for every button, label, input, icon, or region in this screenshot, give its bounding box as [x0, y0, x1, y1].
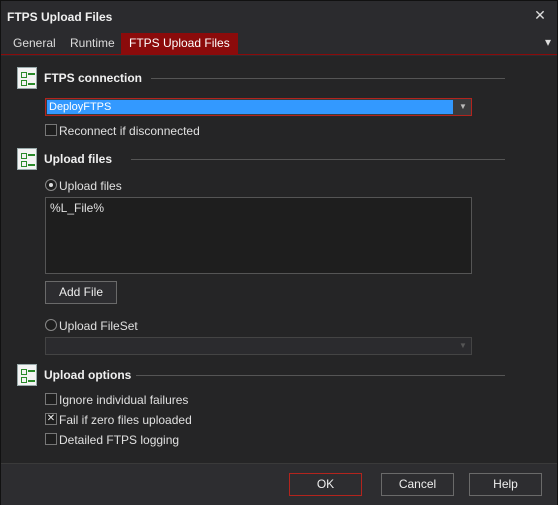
title-bar: FTPS Upload Files ✕ — [1, 1, 557, 33]
chevron-down-icon[interactable]: ▼ — [457, 340, 469, 352]
reconnect-label: Reconnect if disconnected — [59, 124, 200, 138]
detailed-logging-label: Detailed FTPS logging — [59, 433, 180, 447]
ok-button[interactable]: OK — [289, 473, 362, 496]
files-list-input[interactable]: %L_File% — [45, 197, 472, 274]
help-button[interactable]: Help — [469, 473, 542, 496]
upload-files-radio-label: Upload files — [59, 179, 122, 193]
fileset-select[interactable]: ▼ — [45, 337, 472, 355]
add-file-button[interactable]: Add File — [45, 281, 117, 304]
tab-ftps-upload-files[interactable]: FTPS Upload Files — [121, 33, 238, 54]
fail-zero-label: Fail if zero files uploaded — [59, 413, 192, 427]
ignore-failures-checkbox[interactable] — [45, 393, 57, 405]
upload-files-radio[interactable] — [45, 179, 57, 191]
ftps-connection-select[interactable]: DeployFTPS ▼ — [45, 98, 472, 116]
checklist-icon — [17, 148, 37, 170]
ignore-failures-label: Ignore individual failures — [59, 393, 189, 407]
detailed-logging-checkbox[interactable] — [45, 433, 57, 445]
section-title-upload-options: Upload options — [44, 368, 132, 382]
tab-general[interactable]: General — [5, 33, 64, 54]
section-title-ftps-connection: FTPS connection — [44, 71, 143, 85]
dialog-footer: OK Cancel Help — [1, 463, 557, 505]
close-icon[interactable]: ✕ — [531, 6, 549, 24]
section-divider — [151, 78, 505, 79]
tab-runtime[interactable]: Runtime — [62, 33, 123, 54]
tab-content: FTPS connection DeployFTPS ▼ Reconnect i… — [1, 56, 557, 463]
upload-fileset-radio-label: Upload FileSet — [59, 319, 138, 333]
ftps-connection-value: DeployFTPS — [47, 100, 453, 114]
checklist-icon — [17, 67, 37, 89]
reconnect-checkbox[interactable] — [45, 124, 57, 136]
tab-menu-icon[interactable]: ▾ — [545, 35, 551, 49]
checklist-icon — [17, 364, 37, 386]
fail-zero-checkbox[interactable]: ✕ — [45, 413, 57, 425]
ftps-upload-dialog: FTPS Upload Files ✕ General Runtime FTPS… — [0, 0, 558, 505]
upload-fileset-radio[interactable] — [45, 319, 57, 331]
window-title: FTPS Upload Files — [7, 10, 113, 24]
section-title-upload-files: Upload files — [44, 152, 113, 166]
cancel-button[interactable]: Cancel — [381, 473, 454, 496]
section-divider — [136, 375, 505, 376]
section-divider — [131, 159, 505, 160]
tab-bar: General Runtime FTPS Upload Files ▾ — [1, 33, 557, 55]
chevron-down-icon[interactable]: ▼ — [457, 101, 469, 113]
